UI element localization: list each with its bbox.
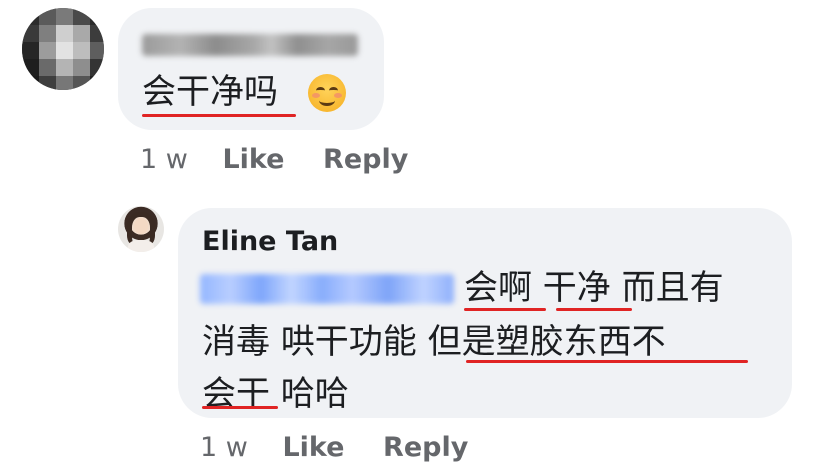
comment-text-line-1: 会啊 干净 而且有 [464,268,724,308]
comment-meta: 1 w Like Reply [140,144,408,175]
blurred-mention[interactable] [200,274,454,304]
red-underline [142,114,296,117]
smiling-face-icon [308,74,346,112]
red-underline [556,308,632,311]
blurred-author-name[interactable] [142,34,358,56]
reply-button[interactable]: Reply [323,144,408,175]
comment-text-line-2: 消毒 哄干功能 但是塑胶东西不 [202,322,666,362]
reply-button[interactable]: Reply [383,432,468,463]
comment-text-line-3: 会干 哈哈 [202,374,349,414]
timestamp[interactable]: 1 w [140,144,188,175]
comment-bubble: 会干净吗 [118,8,384,130]
like-button[interactable]: Like [282,432,344,463]
red-underline [202,406,278,409]
comment-text: 会干净吗 [142,72,278,112]
timestamp[interactable]: 1 w [200,432,248,463]
comment-meta: 1 w Like Reply [200,432,468,463]
like-button[interactable]: Like [222,144,284,175]
red-underline [464,308,546,311]
red-underline [466,360,748,363]
avatar[interactable] [22,8,104,90]
comment-bubble: Eline Tan 会啊 干净 而且有 消毒 哄干功能 但是塑胶东西不 会干 哈… [178,208,792,418]
author-name[interactable]: Eline Tan [202,226,338,257]
avatar[interactable] [118,206,164,252]
